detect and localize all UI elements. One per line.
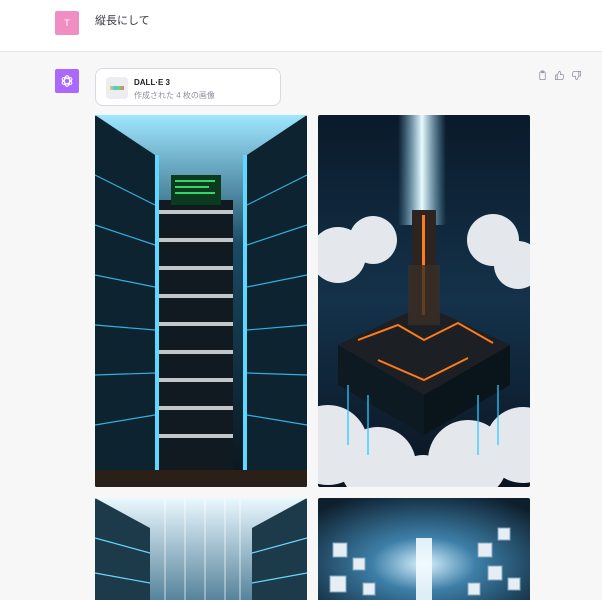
thumbs-down-icon[interactable] — [571, 70, 582, 81]
dalle-subtitle: 作成された 4 枚の画像 — [134, 91, 215, 100]
thumbs-up-icon[interactable] — [554, 70, 565, 81]
dalle-thumbnail-icon — [106, 77, 128, 99]
user-message-row: T 縦長にして — [0, 0, 602, 52]
dalle-title: DALL·E 3 — [134, 78, 170, 87]
assistant-avatar — [55, 69, 79, 93]
generated-image-4[interactable] — [318, 498, 530, 600]
clipboard-icon[interactable] — [537, 70, 548, 81]
dalle-card[interactable]: DALL·E 3 作成された 4 枚の画像 — [95, 68, 281, 106]
user-message-text: 縦長にして — [95, 15, 150, 27]
generated-image-1[interactable] — [95, 115, 307, 487]
message-actions — [537, 70, 582, 81]
generated-image-3[interactable] — [95, 498, 307, 600]
user-avatar: T — [55, 11, 79, 35]
openai-logo-icon — [61, 75, 73, 87]
generated-image-2[interactable] — [318, 115, 530, 487]
